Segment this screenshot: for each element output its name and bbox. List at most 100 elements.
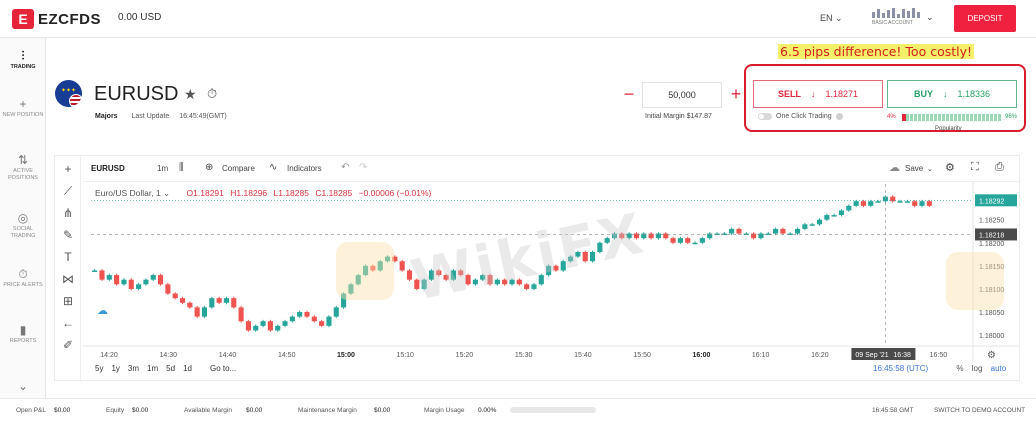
settings-icon[interactable]: ⚙: [945, 161, 955, 174]
timeframe-1y[interactable]: 1y: [111, 364, 119, 373]
sidebar-item-trading[interactable]: ⫶ TRADING: [0, 48, 46, 71]
candle-body: [773, 228, 779, 234]
chart-symbol[interactable]: EURUSD: [91, 164, 125, 173]
timeframe-5y[interactable]: 5y: [95, 364, 103, 373]
candle-body: [729, 228, 735, 234]
one-click-label: One Click Trading: [776, 113, 832, 120]
price-alert-timer-icon[interactable]: ⏱: [207, 86, 217, 102]
sidebar-item-social-trading[interactable]: ◎ SOCIAL TRADING: [0, 210, 46, 240]
time-tick-label: 15:20: [456, 352, 474, 359]
indicators-button[interactable]: Indicators: [287, 164, 322, 173]
sell-button[interactable]: SELL ↓ 1.18271: [753, 80, 883, 108]
logo[interactable]: E EZCFDS: [12, 9, 101, 29]
candle-body: [472, 279, 478, 285]
indicators-icon[interactable]: ∿: [269, 162, 277, 173]
back-arrow-icon[interactable]: ←: [61, 316, 75, 330]
candle-body: [143, 279, 149, 285]
quantity-input[interactable]: 50,000: [642, 82, 722, 108]
price-tick-label: 1.18250: [979, 218, 1004, 225]
trendline-icon[interactable]: ⟋: [61, 184, 75, 199]
chevron-down-icon[interactable]: ⌄: [927, 165, 933, 173]
one-click-toggle[interactable]: [758, 113, 772, 120]
deposit-button[interactable]: DEPOSIT: [954, 5, 1016, 32]
language-selector[interactable]: EN ⌄: [820, 13, 843, 24]
popularity-label: Popularity: [935, 126, 962, 132]
time-tick-label: 15:50: [633, 352, 651, 359]
timeframe-5d[interactable]: 5d: [166, 364, 175, 373]
candle-body: [553, 265, 559, 271]
percent-toggle[interactable]: %: [956, 364, 963, 373]
text-tool-icon[interactable]: T: [61, 250, 75, 264]
one-click-trading[interactable]: One Click Trading: [758, 113, 843, 120]
save-button[interactable]: Save: [905, 164, 923, 173]
popularity-sell: 4%: [887, 114, 896, 120]
eurusd-flag-icon: ✦✦✦: [55, 80, 82, 107]
candle-body: [904, 201, 910, 203]
price-chart[interactable]: 1.18250 1.18200 1.18150 1.18100 1.18050 1.180…: [83, 182, 1019, 362]
candles-icon[interactable]: ⫼: [179, 162, 184, 173]
favorite-star-icon[interactable]: ★: [184, 86, 197, 103]
sidebar-item-price-alerts[interactable]: ⏱ PRICE ALERTS: [0, 266, 46, 289]
compare-button[interactable]: Compare: [222, 164, 255, 173]
timeframe-goto[interactable]: Go to...: [210, 364, 236, 373]
log-toggle[interactable]: log: [972, 364, 983, 373]
info-icon[interactable]: [835, 113, 843, 120]
candle-body: [436, 270, 442, 276]
timeframe-1d[interactable]: 1d: [183, 364, 192, 373]
margin-usage-value: 0.00%: [478, 407, 497, 414]
time-tick-label: 15:30: [515, 352, 533, 359]
server-clock: 16:45:58 GMT: [872, 407, 914, 414]
chart-toolbar: EURUSD 1m ⫼ ⊕ Compare ∿ Indicators ↶ ↷ ☁…: [83, 156, 1021, 182]
crosshair-icon[interactable]: +: [61, 162, 75, 176]
quantity-decrease-button[interactable]: −: [618, 82, 640, 108]
interval-selector[interactable]: 1m: [157, 164, 168, 173]
redo-icon[interactable]: ↷: [359, 162, 367, 173]
social-icon: ◎: [17, 211, 29, 225]
ruler-icon[interactable]: ✐: [61, 338, 75, 352]
undo-icon[interactable]: ↶: [341, 162, 349, 173]
brush-icon[interactable]: ✎: [61, 228, 75, 242]
margin-usage-bar: [510, 407, 596, 413]
candle-body: [406, 270, 413, 280]
fib-icon[interactable]: ⋔: [61, 206, 75, 220]
sidebar-item-reports[interactable]: ▮ REPORTS: [0, 322, 46, 345]
candle-body: [311, 316, 317, 322]
buy-button[interactable]: BUY ↓ 1.18336: [887, 80, 1017, 108]
time-tick-label: 15:00: [337, 352, 355, 359]
candle-body: [114, 275, 120, 285]
candle-body: [597, 242, 603, 252]
open-pnl-value: $0.00: [54, 407, 71, 414]
candle-body: [245, 321, 251, 331]
trading-icon: ⫶: [21, 49, 25, 63]
candle-body: [428, 270, 435, 280]
timeframe-1m[interactable]: 1m: [147, 364, 158, 373]
candle-body: [685, 238, 691, 243]
sidebar-item-label: TRADING: [10, 64, 36, 70]
candle-body: [238, 307, 244, 322]
sidebar: ⫶ TRADING + NEW POSITION ⇅ ACTIVE POSITI…: [0, 38, 46, 398]
candle-body: [289, 316, 295, 322]
candle-body: [794, 228, 801, 234]
axis-settings-icon: ⚙: [987, 350, 996, 361]
candle-body: [392, 256, 398, 262]
candle-body: [502, 279, 508, 285]
fullscreen-icon[interactable]: ⛶: [971, 161, 979, 174]
auto-toggle[interactable]: auto: [991, 364, 1007, 373]
compare-icon[interactable]: ⊕: [205, 162, 213, 173]
camera-icon[interactable]: ⎙: [995, 161, 1004, 174]
switch-demo-link[interactable]: SWITCH TO DEMO ACCOUNT: [934, 407, 1025, 414]
time-tick-label: 16:10: [752, 352, 770, 359]
pattern-icon[interactable]: ⋈: [61, 272, 75, 286]
chart-clock[interactable]: 16:45:58 (UTC): [873, 364, 928, 373]
sidebar-item-new-position[interactable]: + NEW POSITION: [0, 96, 46, 119]
sidebar-collapse[interactable]: ⌄: [0, 378, 46, 394]
candle-body: [297, 312, 303, 317]
account-chevron-icon[interactable]: ⌄: [926, 12, 934, 23]
time-tick-label: 14:20: [100, 352, 118, 359]
timeframe-3m[interactable]: 3m: [128, 364, 139, 373]
sidebar-item-active-positions[interactable]: ⇅ ACTIVE POSITIONS: [0, 152, 46, 182]
candle-body: [560, 261, 566, 271]
chevron-down-icon: ⌄: [835, 13, 843, 23]
available-margin-label: Available Margin: [184, 407, 232, 414]
prediction-icon[interactable]: ⊞: [61, 294, 75, 308]
